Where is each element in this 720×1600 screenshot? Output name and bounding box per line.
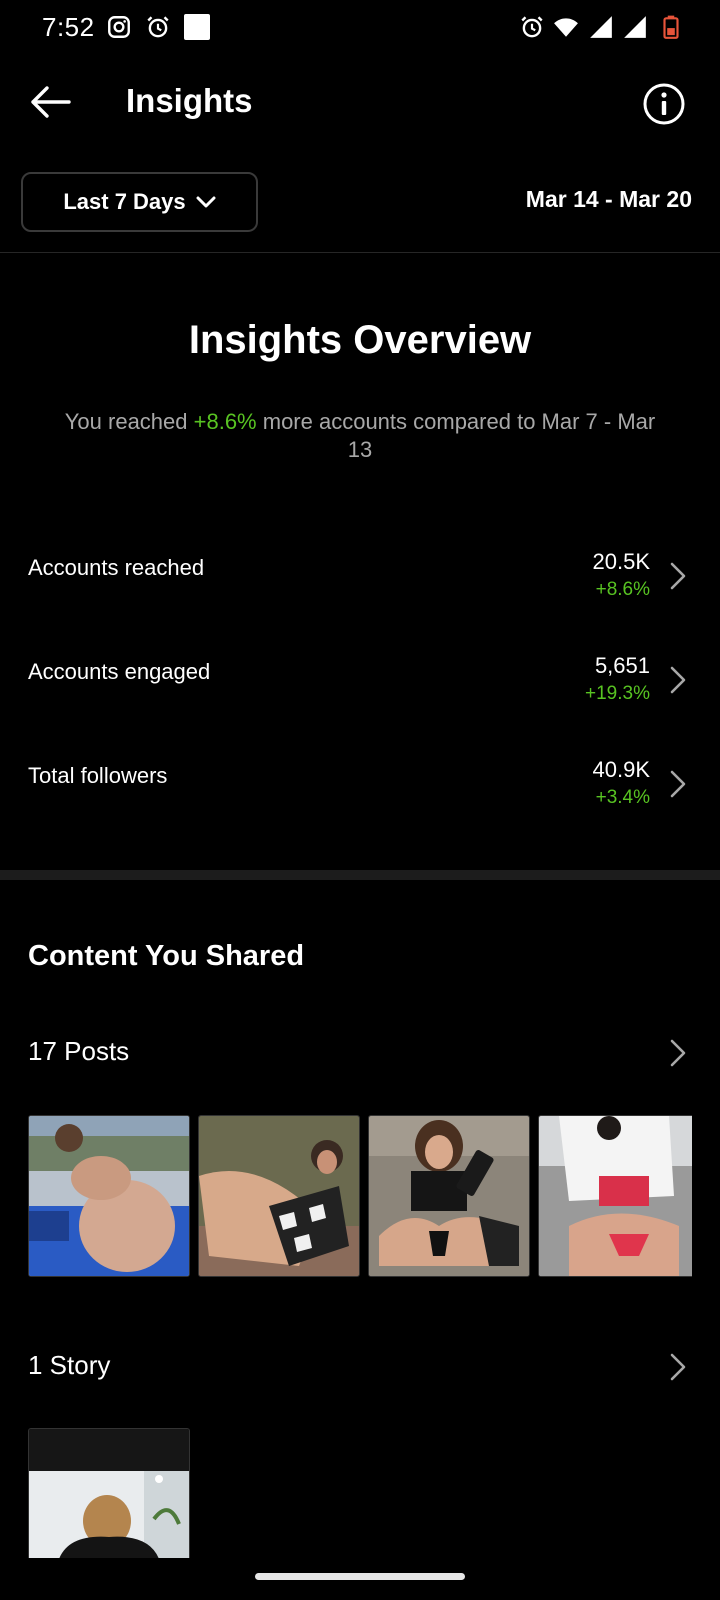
chevron-down-icon bbox=[196, 196, 216, 208]
metric-label: Total followers bbox=[28, 763, 168, 788]
post-thumbnail[interactable] bbox=[28, 1115, 190, 1277]
post-thumbnail[interactable] bbox=[368, 1115, 530, 1277]
date-range-dropdown-label: Last 7 Days bbox=[63, 189, 186, 214]
chevron-right-icon bbox=[670, 562, 686, 590]
section-divider bbox=[0, 870, 720, 880]
home-indicator[interactable] bbox=[255, 1573, 465, 1580]
metric-row-accounts-reached[interactable]: Accounts reached 20.5K +8.6% bbox=[0, 545, 720, 625]
status-time: 7:52 bbox=[42, 12, 95, 42]
metric-value: 5,651 bbox=[594, 653, 650, 678]
chevron-right-icon bbox=[670, 770, 686, 798]
metric-value: 20.5K bbox=[592, 549, 651, 574]
photo-image bbox=[29, 1429, 189, 1558]
photo-image bbox=[29, 1116, 189, 1276]
story-thumbnail[interactable] bbox=[28, 1428, 190, 1558]
info-icon[interactable] bbox=[642, 82, 686, 126]
signal-icon bbox=[590, 16, 612, 38]
photo-image bbox=[539, 1116, 692, 1276]
post-thumbnail[interactable] bbox=[538, 1115, 692, 1277]
story-row[interactable]: 1 Story bbox=[0, 1342, 720, 1392]
wifi-icon bbox=[554, 18, 578, 37]
alarm-icon bbox=[147, 16, 169, 38]
instagram-icon bbox=[108, 16, 130, 38]
content-shared-title: Content You Shared bbox=[28, 940, 305, 972]
notification-square-icon bbox=[184, 14, 210, 40]
posts-row[interactable]: 17 Posts bbox=[0, 1028, 720, 1078]
back-button[interactable] bbox=[26, 78, 74, 126]
chevron-right-icon bbox=[670, 666, 686, 694]
metric-delta: +19.3% bbox=[585, 683, 650, 704]
overview-summary-suffix: more accounts compared to Mar 7 - Mar 13 bbox=[256, 409, 656, 462]
battery-icon bbox=[663, 15, 679, 39]
metric-delta: +3.4% bbox=[595, 787, 650, 808]
date-range-text: Mar 14 - Mar 20 bbox=[525, 186, 692, 212]
photo-image bbox=[199, 1116, 359, 1276]
metric-row-total-followers[interactable]: Total followers 40.9K +3.4% bbox=[0, 753, 720, 833]
signal-icon bbox=[624, 16, 646, 38]
page-title: Insights bbox=[126, 82, 253, 119]
alarm-icon bbox=[521, 16, 543, 38]
metric-label: Accounts reached bbox=[28, 555, 205, 580]
overview-title: Insights Overview bbox=[188, 318, 532, 362]
date-filter-row: Last 7 Days Mar 14 - Mar 20 bbox=[0, 172, 720, 232]
metric-row-accounts-engaged[interactable]: Accounts engaged 5,651 +19.3% bbox=[0, 649, 720, 729]
overview-summary-highlight: +8.6% bbox=[193, 409, 257, 434]
overview-summary-prefix: You reached bbox=[64, 409, 194, 434]
post-thumbnails bbox=[28, 1115, 692, 1277]
divider bbox=[0, 252, 720, 253]
metric-delta: +8.6% bbox=[595, 579, 650, 600]
chevron-right-icon bbox=[670, 1353, 686, 1381]
post-thumbnail[interactable] bbox=[198, 1115, 360, 1277]
date-range-dropdown[interactable]: Last 7 Days bbox=[21, 172, 258, 232]
app-header: Insights bbox=[0, 68, 720, 138]
status-bar: 7:52 bbox=[0, 0, 720, 56]
chevron-right-icon bbox=[670, 1039, 686, 1067]
story-count-label: 1 Story bbox=[28, 1350, 111, 1380]
posts-count-label: 17 Posts bbox=[28, 1036, 130, 1066]
photo-image bbox=[369, 1116, 529, 1276]
metric-label: Accounts engaged bbox=[28, 659, 211, 684]
metric-value: 40.9K bbox=[592, 757, 651, 782]
back-arrow-icon bbox=[31, 86, 71, 118]
overview-summary: You reached +8.6% more accounts compared… bbox=[55, 408, 665, 464]
